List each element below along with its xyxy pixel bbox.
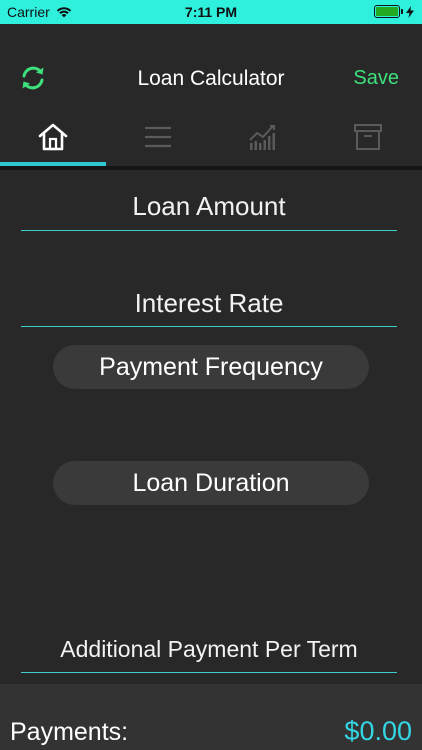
save-button[interactable]: Save bbox=[353, 67, 399, 90]
home-icon bbox=[38, 123, 67, 151]
tab-bar bbox=[0, 108, 422, 166]
tab-home[interactable] bbox=[0, 108, 105, 166]
tab-list[interactable] bbox=[105, 108, 210, 166]
list-icon bbox=[144, 126, 171, 148]
payment-frequency-label: Payment Frequency bbox=[99, 352, 323, 381]
status-bar: Carrier 7:11 PM bbox=[0, 0, 422, 24]
charging-bolt-icon bbox=[406, 5, 414, 18]
loan-duration-label: Loan Duration bbox=[132, 468, 290, 497]
battery-indicator bbox=[374, 5, 414, 18]
additional-payment-field[interactable]: Additional Payment Per Term bbox=[21, 633, 397, 673]
interest-rate-label: Interest Rate bbox=[134, 288, 284, 318]
payments-value: $0.00 bbox=[344, 716, 412, 746]
chart-icon bbox=[248, 125, 275, 150]
navigation-bar: Loan Calculator Save bbox=[0, 24, 422, 108]
payment-frequency-button[interactable]: Payment Frequency bbox=[53, 345, 369, 389]
loan-duration-button[interactable]: Loan Duration bbox=[53, 461, 369, 505]
battery-icon bbox=[374, 5, 400, 18]
tab-archive[interactable] bbox=[315, 108, 420, 166]
archive-icon bbox=[353, 124, 382, 150]
additional-payment-label: Additional Payment Per Term bbox=[60, 636, 358, 662]
loan-amount-field[interactable]: Loan Amount bbox=[21, 191, 397, 231]
status-time: 7:11 PM bbox=[184, 4, 238, 20]
payments-label: Payments: bbox=[10, 718, 129, 746]
tab-chart[interactable] bbox=[210, 108, 315, 166]
payments-summary: Payments: $0.00 bbox=[0, 684, 422, 750]
interest-rate-field[interactable]: Interest Rate bbox=[21, 288, 397, 327]
tab-bar-divider bbox=[0, 166, 422, 170]
loan-amount-label: Loan Amount bbox=[132, 191, 286, 221]
